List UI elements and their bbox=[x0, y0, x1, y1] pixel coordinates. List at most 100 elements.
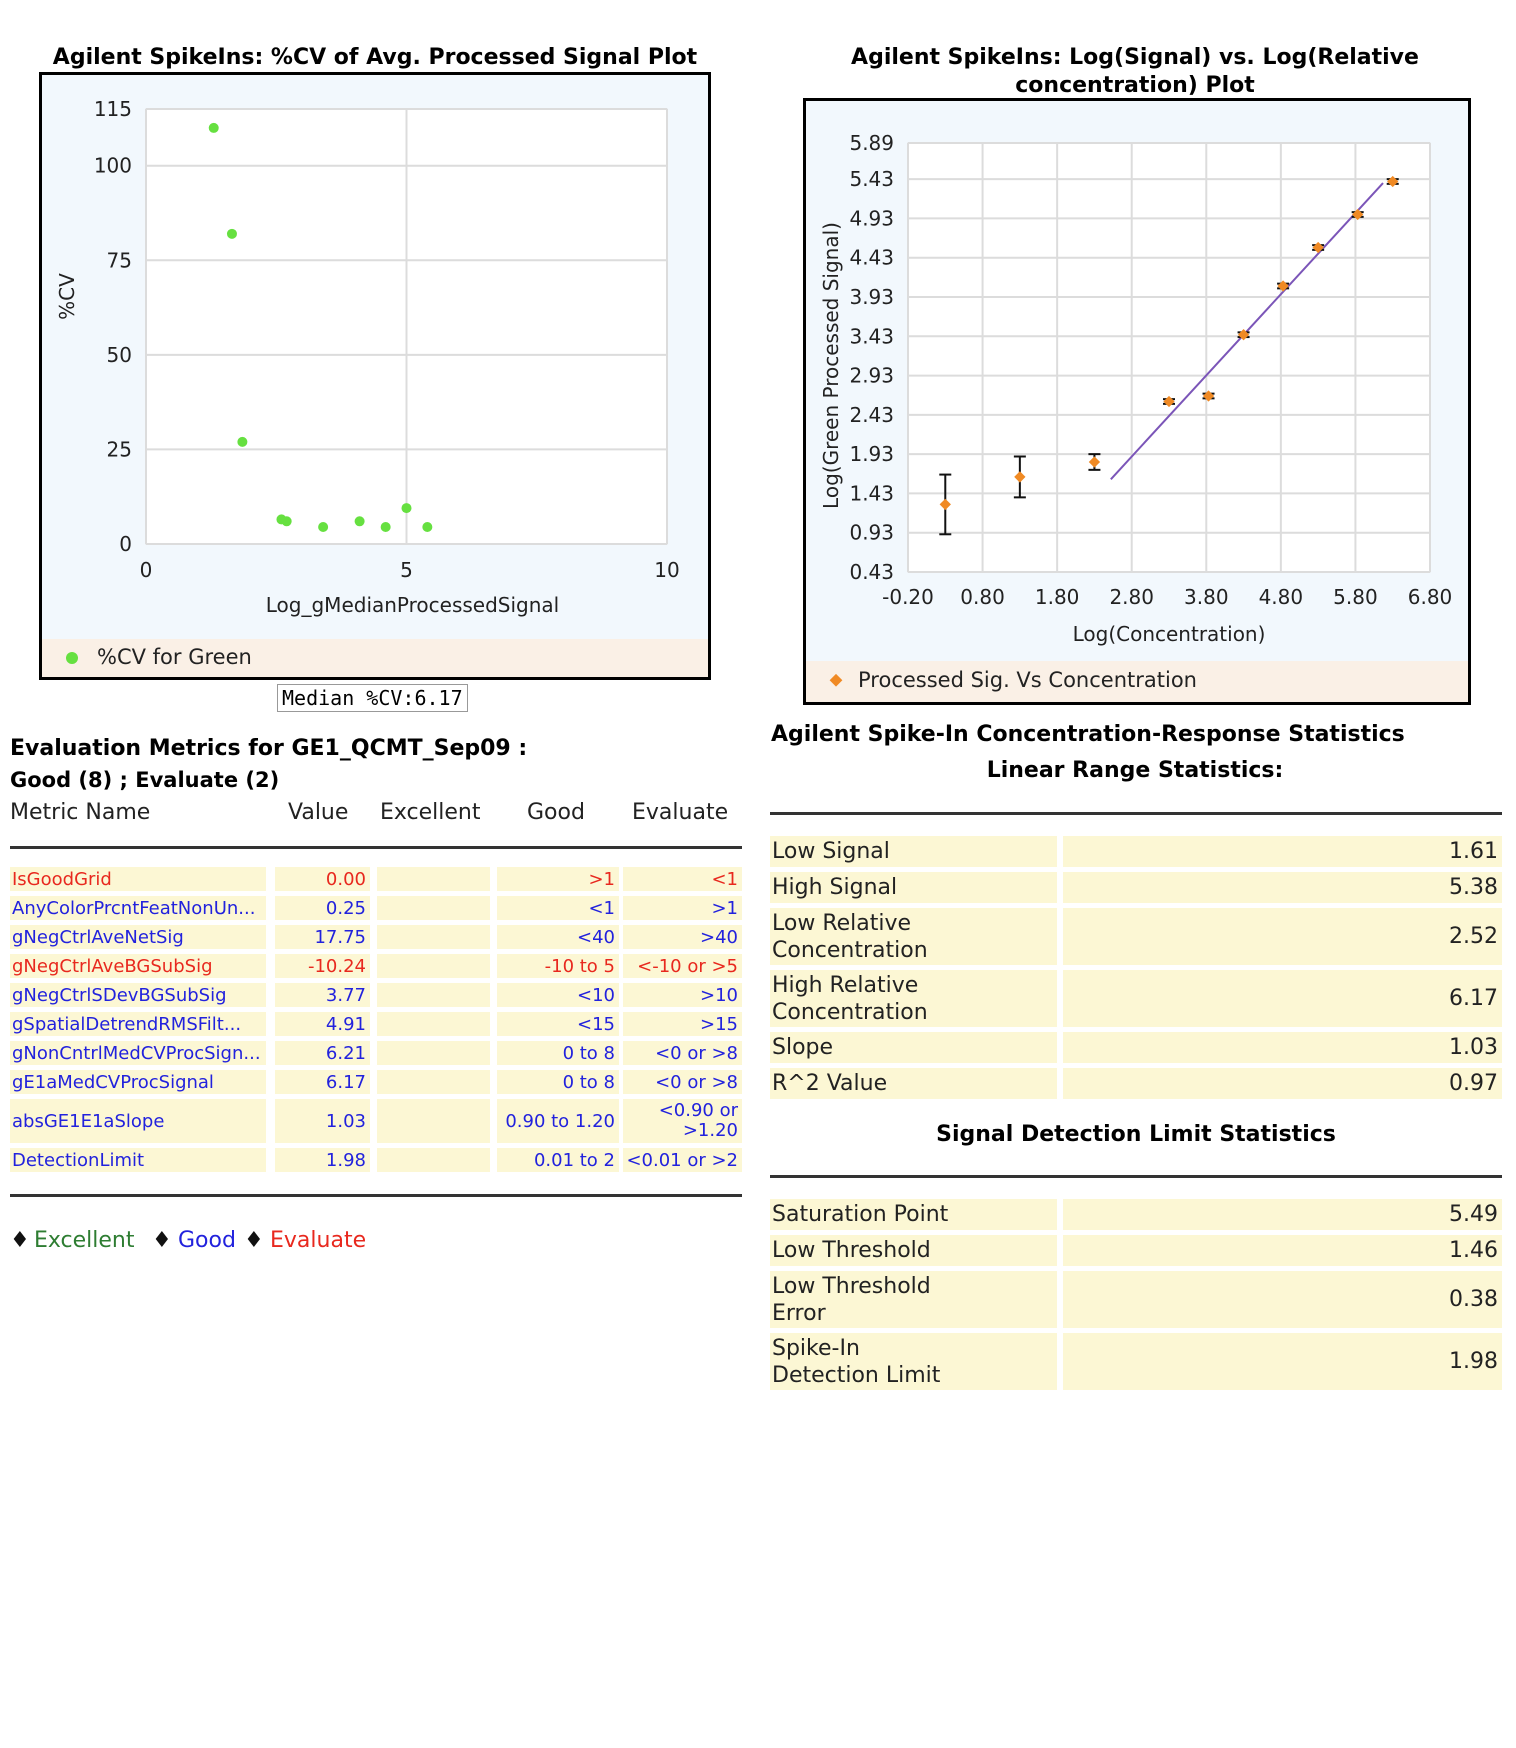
conc-yaxis-label: Log(Green Processed Signal) bbox=[819, 222, 843, 509]
eval-cell-good: -10 to 5 bbox=[497, 954, 619, 978]
eval-cell-excellent bbox=[377, 1070, 490, 1094]
stats-title: Agilent Spike-In Concentration-Response … bbox=[771, 722, 1405, 747]
linear-rule bbox=[770, 812, 1502, 815]
eval-cell-excellent bbox=[377, 1099, 490, 1143]
stat-label: R^2 Value bbox=[770, 1068, 1057, 1099]
eval-cell-value: 1.98 bbox=[275, 1148, 370, 1172]
eval-cell-name: IsGoodGrid bbox=[10, 867, 266, 891]
conc-xtick-label: 4.80 bbox=[1259, 585, 1304, 609]
col-header-metric: Metric Name bbox=[10, 800, 151, 825]
stat-value: 2.52 bbox=[1063, 908, 1502, 965]
eval-cell-good: 0 to 8 bbox=[497, 1070, 619, 1094]
key-evaluate-diamond: ♦ bbox=[244, 1228, 264, 1253]
key-good-diamond: ♦ bbox=[152, 1228, 172, 1253]
eval-cell-evaluate: <1 bbox=[623, 867, 742, 891]
eval-cell-excellent bbox=[377, 867, 490, 891]
conc-ytick-label: 0.93 bbox=[849, 521, 894, 545]
conc-xtick-label: 1.80 bbox=[1035, 585, 1080, 609]
detect-stats-title: Signal Detection Limit Statistics bbox=[936, 1122, 1336, 1147]
eval-cell-name: absGE1E1aSlope bbox=[10, 1099, 266, 1143]
cv-xaxis-label: Log_gMedianProcessedSignal bbox=[266, 593, 559, 617]
eval-cell-name: AnyColorPrcntFeatNonUn... bbox=[10, 896, 266, 920]
cv-yaxis-label: %CV bbox=[55, 273, 79, 320]
eval-cell-excellent bbox=[377, 1148, 490, 1172]
conc-xtick-label: -0.20 bbox=[882, 585, 934, 609]
stat-label: High Relative Concentration bbox=[770, 970, 1057, 1027]
col-header-value: Value bbox=[288, 800, 349, 825]
cv-ytick-label: 25 bbox=[107, 437, 132, 461]
conc-xaxis-label: Log(Concentration) bbox=[1073, 622, 1266, 646]
conc-ytick-label: 5.43 bbox=[849, 167, 894, 191]
conc-plot-area bbox=[907, 142, 1431, 573]
eval-cell-good: <15 bbox=[497, 1012, 619, 1036]
stat-label: Low Relative Concentration bbox=[770, 908, 1057, 965]
stat-value: 0.97 bbox=[1063, 1068, 1502, 1099]
cv-data-point bbox=[354, 516, 365, 527]
conc-legend: Processed Sig. Vs Concentration bbox=[806, 661, 1468, 702]
linear-stats-title: Linear Range Statistics: bbox=[986, 758, 1284, 783]
cv-xtick-label: 10 bbox=[654, 558, 679, 582]
cv-data-point bbox=[380, 521, 391, 532]
conc-chart-title: Agilent SpikeIns: Log(Signal) vs. Log(Re… bbox=[851, 45, 1419, 98]
cv-data-point bbox=[401, 503, 412, 514]
stat-label: Slope bbox=[770, 1032, 1057, 1063]
cv-legend-marker bbox=[66, 652, 78, 664]
eval-cell-evaluate: >40 bbox=[623, 925, 742, 949]
conc-ytick-label: 1.43 bbox=[849, 481, 894, 505]
key-good-label: Good bbox=[178, 1228, 236, 1253]
cv-data-point bbox=[318, 521, 329, 532]
cv-xtick-label: 0 bbox=[140, 558, 153, 582]
eval-cell-evaluate: >1 bbox=[623, 896, 742, 920]
stat-value: 1.98 bbox=[1063, 1333, 1502, 1390]
eval-cell-good: 0 to 8 bbox=[497, 1041, 619, 1065]
eval-cell-good: 0.01 to 2 bbox=[497, 1148, 619, 1172]
conc-legend-label: Processed Sig. Vs Concentration bbox=[858, 668, 1197, 692]
stat-value: 6.17 bbox=[1063, 970, 1502, 1027]
eval-subtitle: Good (8) ; Evaluate (2) bbox=[10, 768, 280, 792]
median-cv-box: Median %CV:6.17 bbox=[277, 684, 468, 712]
cv-ytick-label: 0 bbox=[119, 532, 132, 556]
eval-cell-excellent bbox=[377, 896, 490, 920]
cv-ytick-label: 75 bbox=[107, 248, 132, 272]
cv-data-point bbox=[237, 436, 248, 447]
stat-label: Saturation Point bbox=[770, 1199, 1057, 1230]
eval-cell-value: 0.00 bbox=[275, 867, 370, 891]
col-header-evaluate: Evaluate bbox=[632, 800, 729, 825]
cv-legend: %CV for Green bbox=[42, 639, 708, 677]
eval-cell-evaluate: >15 bbox=[623, 1012, 742, 1036]
conc-ytick-label: 2.43 bbox=[849, 403, 894, 427]
conc-xtick-label: 3.80 bbox=[1184, 585, 1229, 609]
cv-ytick-label: 115 bbox=[94, 97, 132, 121]
stat-label: Low Signal bbox=[770, 836, 1057, 867]
eval-cell-value: 3.77 bbox=[275, 983, 370, 1007]
eval-cell-excellent bbox=[377, 1012, 490, 1036]
eval-cell-evaluate: <0.01 or >2 bbox=[623, 1148, 742, 1172]
eval-cell-evaluate: <-10 or >5 bbox=[623, 954, 742, 978]
eval-cell-good: >1 bbox=[497, 867, 619, 891]
conc-ytick-label: 4.93 bbox=[849, 206, 894, 230]
conc-chart-svg: 0.43 0.93 1.43 1.93 2.43 2.93 3.43 3.93 4.43 4.93… bbox=[819, 131, 1452, 646]
eval-cell-value: 6.21 bbox=[275, 1041, 370, 1065]
detect-rule bbox=[770, 1175, 1502, 1178]
stat-value: 5.38 bbox=[1063, 872, 1502, 903]
eval-cell-evaluate: <0.90 or >1.20 bbox=[623, 1099, 742, 1143]
conc-xtick-label: 2.80 bbox=[1109, 585, 1154, 609]
stat-value: 0.38 bbox=[1063, 1271, 1502, 1328]
cv-xtick-label: 5 bbox=[400, 558, 413, 582]
eval-cell-value: 1.03 bbox=[275, 1099, 370, 1143]
col-header-good: Good bbox=[527, 800, 585, 825]
conc-ytick-label: 1.93 bbox=[849, 442, 894, 466]
cv-chart-title: Agilent SpikeIns: %CV of Avg. Processed … bbox=[52, 45, 698, 70]
stat-label: Low Threshold bbox=[770, 1235, 1057, 1266]
conc-ytick-label: 2.93 bbox=[849, 364, 894, 388]
eval-footer-rule bbox=[10, 1194, 742, 1197]
conc-legend-marker bbox=[829, 673, 843, 687]
conc-ytick-label: 5.89 bbox=[849, 131, 894, 155]
eval-cell-good: <1 bbox=[497, 896, 619, 920]
eval-cell-value: -10.24 bbox=[275, 954, 370, 978]
eval-cell-good: <10 bbox=[497, 983, 619, 1007]
eval-cell-name: DetectionLimit bbox=[10, 1148, 266, 1172]
key-excellent-diamond: ♦ bbox=[10, 1228, 30, 1253]
key-evaluate-label: Evaluate bbox=[270, 1228, 367, 1253]
eval-cell-good: 0.90 to 1.20 bbox=[497, 1099, 619, 1143]
